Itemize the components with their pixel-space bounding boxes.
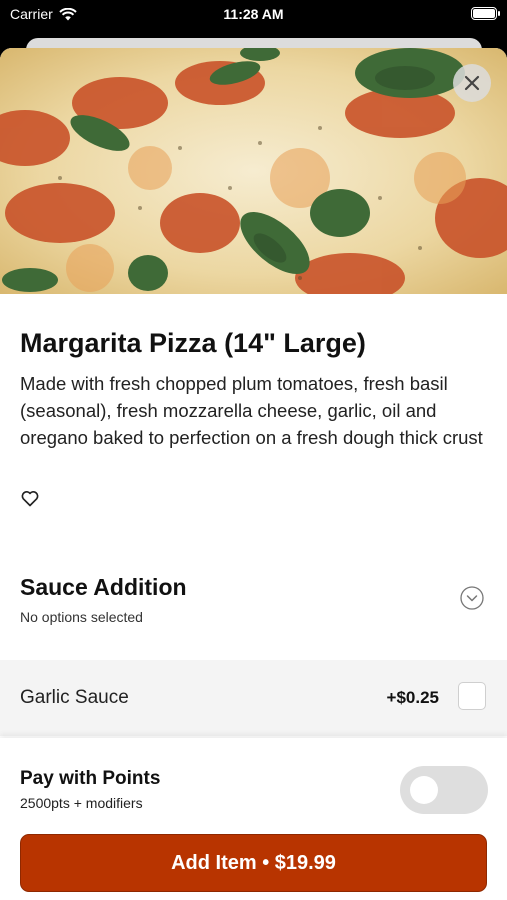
favorite-heart-icon[interactable] [20,488,40,508]
option-row-garlic-sauce[interactable]: Garlic Sauce +$0.25 [0,660,507,736]
add-item-button[interactable]: Add Item • $19.99 [20,834,487,892]
checkout-panel: Pay with Points 2500pts + modifiers Add … [0,738,507,900]
pay-with-points-toggle[interactable] [400,766,488,814]
pay-with-points-label: Pay with Points [20,768,161,789]
modifier-group-title: Sauce Addition [20,574,187,600]
status-time: 11:28 AM [223,6,284,22]
chevron-down-icon[interactable] [460,586,484,610]
item-detail-sheet: Margarita Pizza (14" Large) Made with fr… [0,48,507,900]
option-label: Garlic Sauce [20,687,129,708]
close-icon [464,75,480,91]
item-title: Margarita Pizza (14" Large) [20,328,366,358]
item-description: Made with fresh chopped plum tomatoes, f… [20,373,483,448]
battery-icon [471,7,500,20]
modifier-group-status: No options selected [20,609,143,625]
option-checkbox[interactable] [458,682,486,710]
points-cost: 2500pts + modifiers [20,795,143,811]
status-bar: Carrier 11:28 AM [0,0,507,32]
close-button[interactable] [453,64,491,102]
pizza-image [0,48,507,294]
option-price: +$0.25 [386,688,439,707]
toggle-knob [410,776,438,804]
item-photo [0,48,507,294]
